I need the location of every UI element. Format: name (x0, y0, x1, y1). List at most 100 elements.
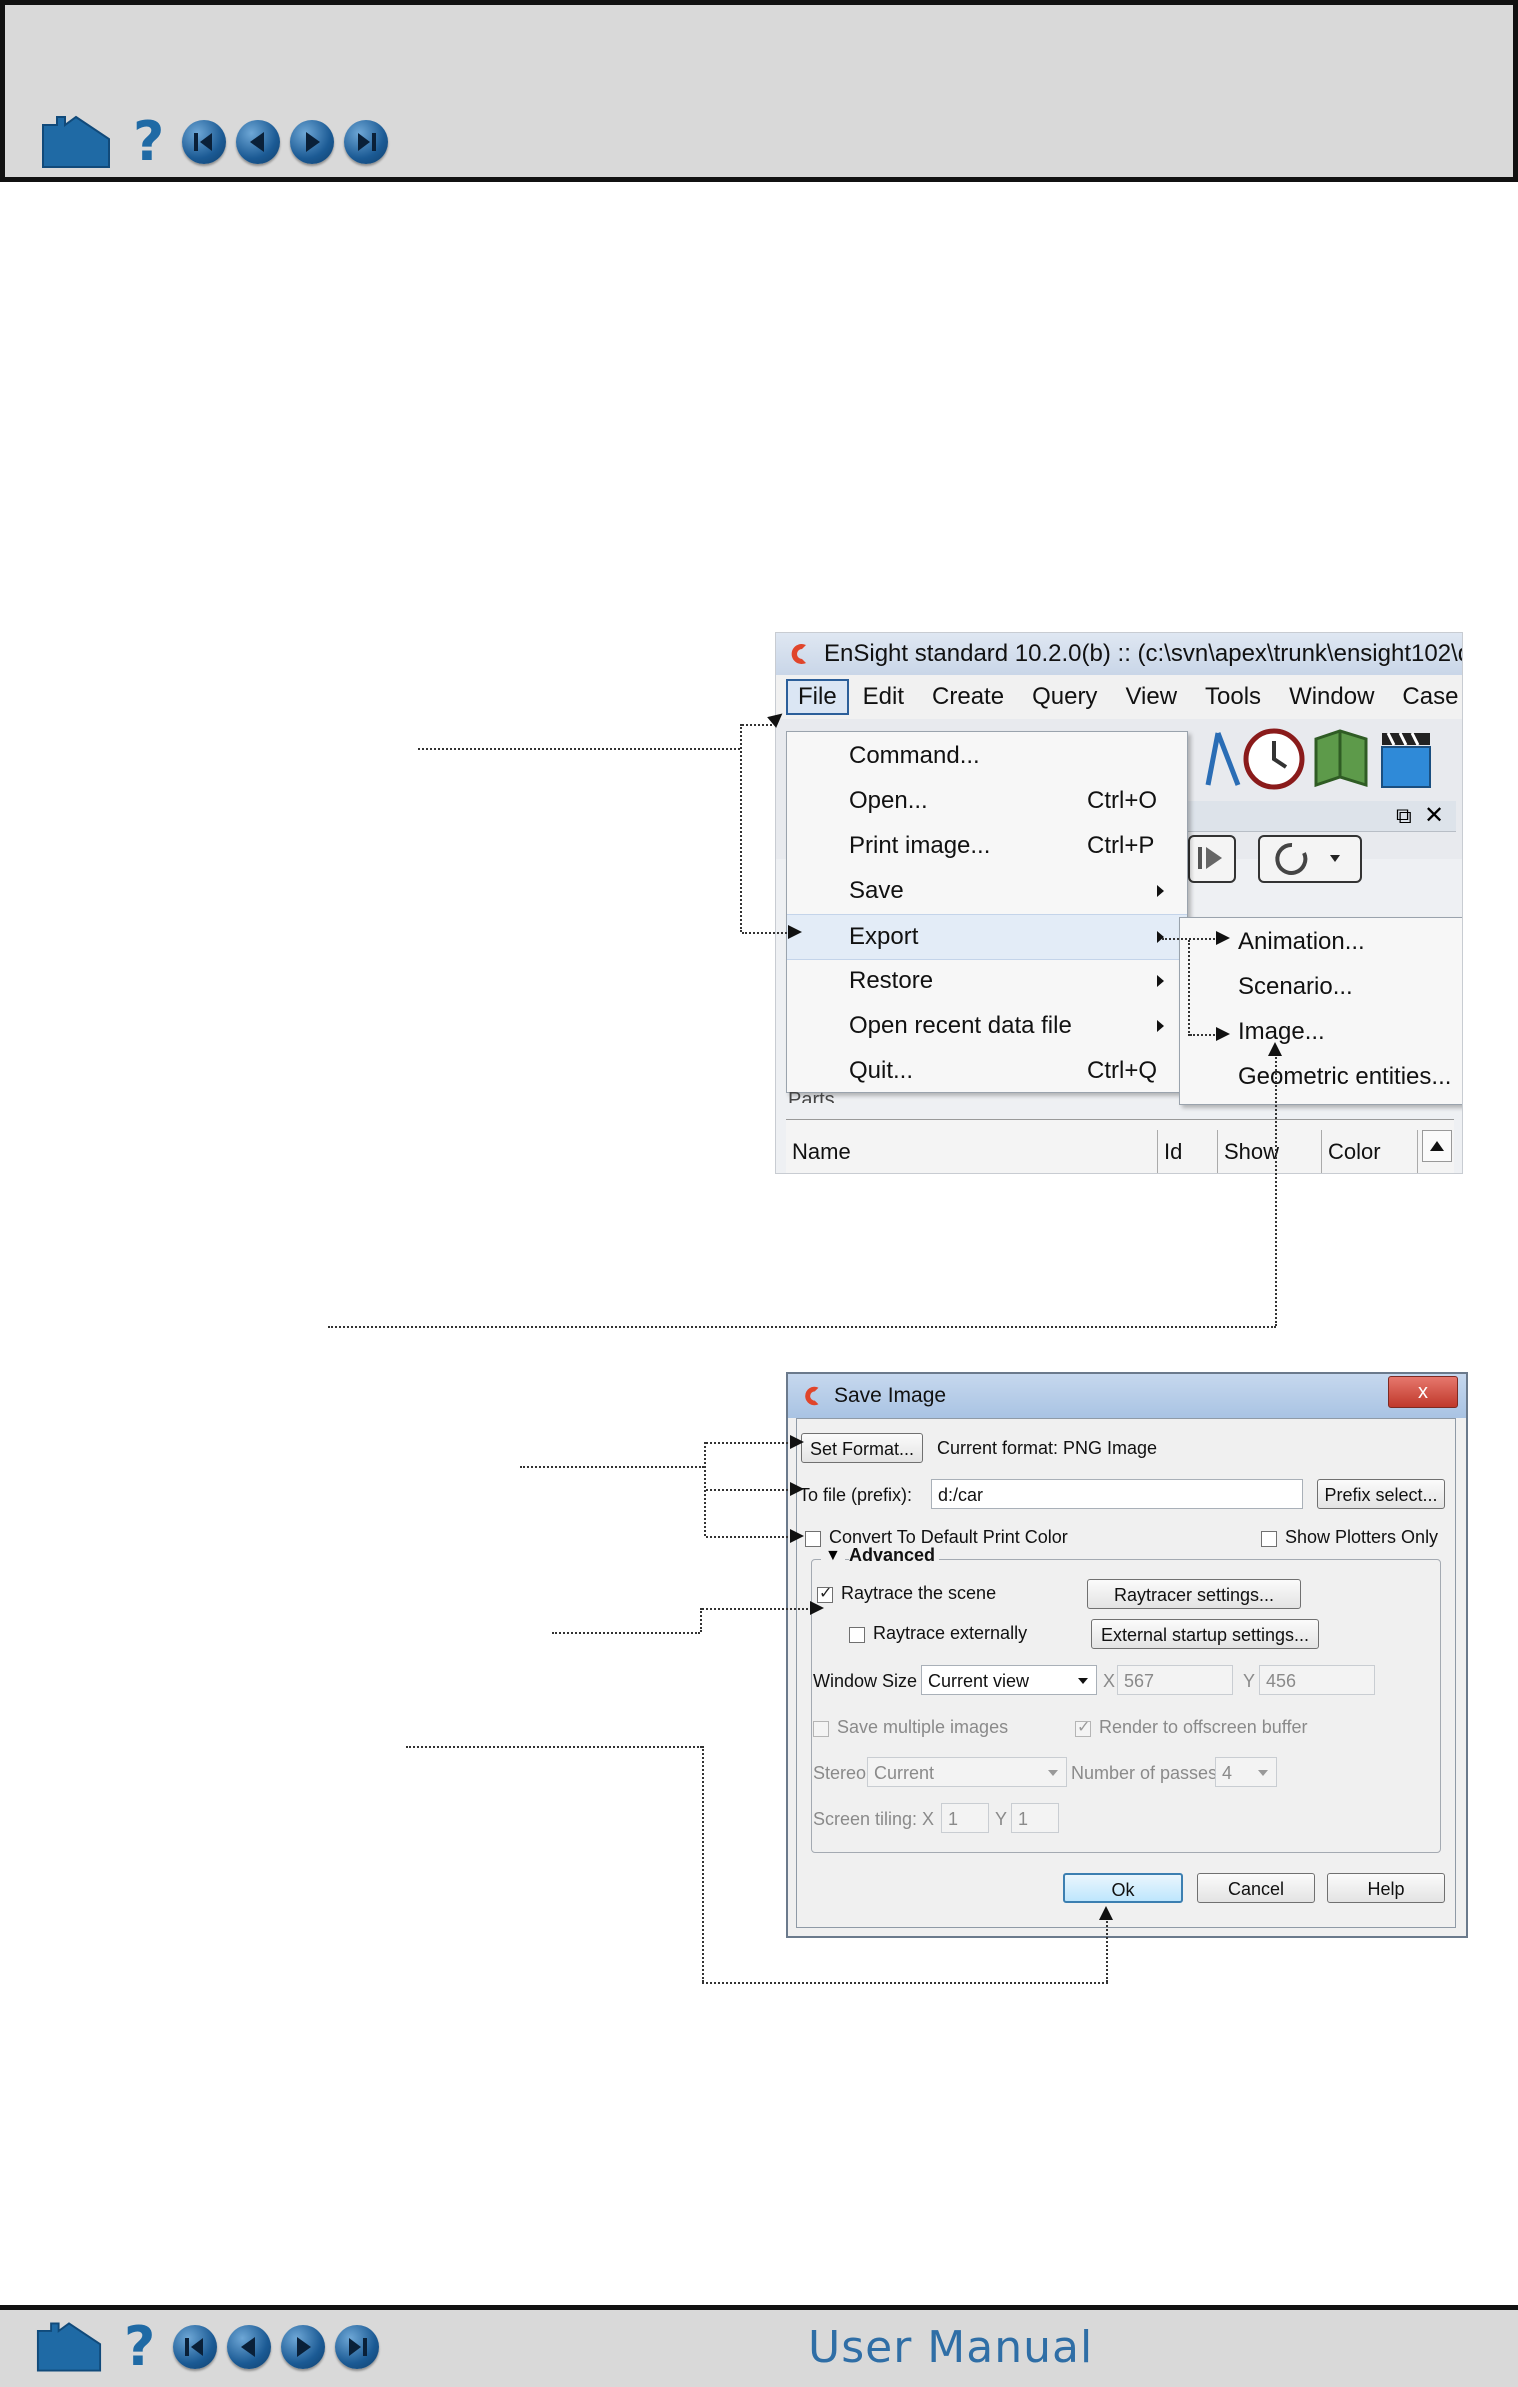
menu-tools[interactable]: Tools (1191, 683, 1275, 711)
stereo-select[interactable]: Current (867, 1757, 1067, 1787)
parts-label: Parts (788, 1089, 835, 1103)
column-header-name[interactable]: Name (786, 1130, 1158, 1173)
menu-view[interactable]: View (1111, 683, 1191, 711)
loop-dropdown[interactable] (1258, 835, 1362, 883)
menu-item-restore[interactable]: Restore (787, 959, 1187, 1003)
tiling-x-input[interactable]: 1 (941, 1803, 989, 1833)
passes-select[interactable]: 4 (1215, 1757, 1277, 1787)
next-page-icon[interactable] (290, 120, 335, 164)
show-plotters-only-checkbox[interactable] (1261, 1531, 1277, 1547)
home-icon[interactable] (41, 115, 111, 169)
submenu-arrow-icon (1157, 975, 1164, 987)
float-icon[interactable]: ⧉ (1396, 803, 1412, 829)
callout-leader-raytrace (552, 1632, 700, 1634)
external-startup-settings-button[interactable]: External startup settings... (1091, 1619, 1319, 1649)
callout-leader-format (706, 1442, 792, 1444)
last-page-icon[interactable] (344, 120, 389, 164)
save-multiple-checkbox[interactable] (813, 1721, 829, 1737)
menu-query[interactable]: Query (1018, 683, 1111, 711)
page-footer: ? (0, 2305, 1518, 2387)
prefix-select-button[interactable]: Prefix select... (1317, 1479, 1445, 1509)
book-tool-icon[interactable] (1310, 725, 1372, 791)
footer-nav: ? (36, 2320, 380, 2374)
menu-file[interactable]: File (786, 679, 849, 715)
to-file-input[interactable]: d:/car (931, 1479, 1303, 1509)
submenu-arrow-icon (1157, 1020, 1164, 1032)
dialog-close-button[interactable]: x (1388, 1376, 1458, 1408)
menu-item-shortcut: Ctrl+P (1087, 832, 1155, 859)
menu-item-command[interactable]: Command... (787, 734, 1187, 778)
home-icon[interactable] (36, 2320, 102, 2374)
callout-leader-image-dialog (328, 1326, 1276, 1328)
callout-arrow-icon (1268, 1042, 1282, 1056)
tiling-y-input[interactable]: 1 (1011, 1803, 1059, 1833)
ok-button[interactable]: Ok (1063, 1873, 1183, 1903)
window-size-label: Window Size (813, 1671, 918, 1691)
play-button[interactable] (1188, 835, 1236, 883)
callout-leader-ok (702, 1746, 704, 1982)
raytracer-settings-button[interactable]: Raytracer settings... (1087, 1579, 1301, 1609)
x-label: X (1103, 1671, 1116, 1691)
collapse-triangle-icon[interactable]: ▼ (821, 1547, 845, 1565)
menu-item-label: Print image... (849, 832, 991, 859)
last-page-icon[interactable] (335, 2325, 380, 2369)
callout-leader-animation (1162, 938, 1218, 940)
callout-leader-image-dialog (1275, 1054, 1277, 1326)
menu-item-open-recent[interactable]: Open recent data file (787, 1004, 1187, 1048)
ensight-logo-icon (805, 1386, 819, 1406)
clock-tool-icon[interactable] (1242, 727, 1306, 791)
previous-page-icon[interactable] (227, 2325, 272, 2369)
set-format-button[interactable]: Set Format... (801, 1433, 923, 1463)
menu-item-shortcut: Ctrl+Q (1087, 1057, 1158, 1084)
scroll-up-button[interactable] (1422, 1130, 1452, 1162)
previous-page-icon[interactable] (236, 120, 281, 164)
next-page-icon[interactable] (281, 2325, 326, 2369)
callout-leader-file (418, 748, 740, 750)
render-offscreen-checkbox[interactable] (1075, 1717, 1091, 1737)
menu-create[interactable]: Create (918, 683, 1018, 711)
close-icon[interactable]: ✕ (1424, 801, 1444, 830)
menu-item-quit[interactable]: Quit... Ctrl+Q (787, 1049, 1187, 1093)
ensight-logo-icon (791, 644, 806, 664)
clapper-tool-icon[interactable] (1376, 725, 1436, 791)
first-page-icon[interactable] (182, 120, 227, 164)
menu-window[interactable]: Window (1275, 683, 1388, 711)
vector-tool-icon[interactable] (1188, 729, 1248, 789)
parts-table: Name Id Show Color (786, 1119, 1454, 1173)
ensight-window-screenshot: EnSight standard 10.2.0(b) :: (c:\svn\ap… (775, 632, 1463, 1174)
menu-item-print-image[interactable]: Print image... Ctrl+P (787, 824, 1187, 868)
question-icon[interactable]: ? (133, 115, 164, 169)
callout-arrow-icon (790, 1435, 804, 1449)
menu-item-label: Export (849, 923, 919, 950)
callout-leader-raytrace (700, 1608, 702, 1632)
menu-case[interactable]: Case (1388, 683, 1462, 711)
menu-edit[interactable]: Edit (849, 683, 918, 711)
menu-item-export[interactable]: Export (787, 914, 1187, 960)
menu-item-label: Quit... (849, 1057, 914, 1084)
menu-item-save[interactable]: Save (787, 869, 1187, 913)
callout-arrow-icon (1216, 931, 1230, 945)
column-header-id[interactable]: Id (1158, 1130, 1218, 1173)
submenu-item-animation[interactable]: Animation... (1238, 928, 1365, 956)
window-height-input[interactable]: 456 (1259, 1665, 1375, 1695)
convert-print-color-checkbox[interactable] (805, 1531, 821, 1547)
save-image-dialog: Save Image x Set Format... Current forma… (786, 1372, 1468, 1938)
window-width-input[interactable]: 567 (1117, 1665, 1233, 1695)
help-button[interactable]: Help (1327, 1873, 1445, 1903)
y-label: Y (1243, 1671, 1256, 1691)
window-size-select[interactable]: Current view (921, 1665, 1097, 1695)
passes-label: Number of passes (1071, 1763, 1218, 1783)
menu-item-open[interactable]: Open... Ctrl+O (787, 779, 1187, 823)
callout-leader-ok (1106, 1918, 1108, 1982)
callout-leader-image (1188, 940, 1190, 1036)
question-icon[interactable]: ? (124, 2320, 155, 2374)
submenu-item-geometric-entities[interactable]: Geometric entities... (1238, 1063, 1451, 1091)
cancel-button[interactable]: Cancel (1197, 1873, 1315, 1903)
column-header-color[interactable]: Color (1322, 1130, 1418, 1173)
callout-arrow-icon (1099, 1906, 1113, 1920)
callout-leader-print-color (706, 1536, 792, 1538)
raytrace-externally-checkbox[interactable] (849, 1627, 865, 1643)
column-header-show[interactable]: Show (1218, 1130, 1322, 1173)
submenu-item-scenario[interactable]: Scenario... (1238, 973, 1353, 1001)
first-page-icon[interactable] (173, 2325, 218, 2369)
